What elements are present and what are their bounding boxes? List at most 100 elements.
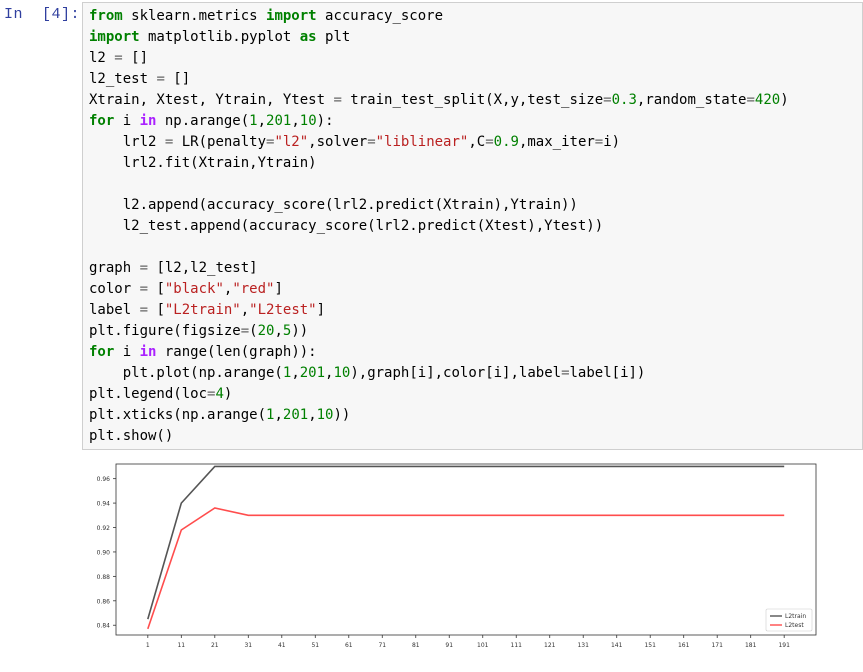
code-token: 1	[249, 113, 258, 129]
code-token: matplotlib.pyplot	[139, 29, 300, 45]
y-tick-label: 0.96	[97, 476, 111, 483]
code-token: ,	[274, 323, 283, 339]
code-token: [l2,l2_test]	[148, 260, 258, 276]
code-token: =	[594, 134, 604, 150]
x-tick-label: 11	[177, 642, 185, 649]
x-tick-label: 121	[544, 642, 556, 649]
code-token: lrl2	[89, 134, 165, 150]
code-token: plt.figure(figsize	[89, 323, 241, 339]
code-token: for	[89, 344, 115, 360]
code-token: plt.xticks(np.arange(	[89, 407, 267, 423]
code-token: 201	[266, 113, 292, 129]
x-tick-label: 41	[278, 642, 286, 649]
x-tick-label: 71	[378, 642, 386, 649]
code-token: [	[148, 302, 165, 318]
x-tick-label: 181	[745, 642, 757, 649]
code-token: l2_test.append(accuracy_score(lrl2.predi…	[89, 218, 604, 234]
code-line: import matplotlib.pyplot as plt	[89, 27, 789, 48]
code-token: "black"	[164, 281, 224, 297]
code-line: label = ["L2train","L2test"]	[89, 300, 789, 321]
code-token: 10	[299, 113, 317, 129]
code-token: in	[139, 113, 157, 129]
code-token: ),graph[i],color[i],label	[350, 365, 562, 381]
cell-output: 0.84 0.86 0.88 0.90 0.92 0.94 0.96 1 11 21 31 41 51 6…	[82, 458, 863, 668]
code-token: =	[333, 92, 342, 108]
code-token: ]	[274, 281, 283, 297]
code-editor[interactable]: from sklearn.metrics import accuracy_sco…	[89, 6, 789, 447]
code-line: lrl2.fit(Xtrain,Ytrain)	[89, 153, 789, 174]
x-tick-label: 91	[445, 642, 453, 649]
code-token: 10	[316, 407, 334, 423]
code-token: i	[114, 113, 140, 129]
code-token: 420	[754, 92, 781, 108]
x-tick-label: 51	[311, 642, 319, 649]
code-token: 201	[299, 365, 326, 381]
code-token: np.arange(	[156, 113, 250, 129]
code-token: "L2train"	[164, 302, 241, 318]
code-line: plt.figure(figsize=(20,5))	[89, 321, 789, 342]
code-cell-input[interactable]: from sklearn.metrics import accuracy_sco…	[82, 2, 863, 450]
x-tick-label: 151	[644, 642, 656, 649]
code-token: ,solver	[308, 134, 368, 150]
code-token: ,	[308, 407, 317, 423]
code-token: =	[139, 281, 149, 297]
code-token: (	[249, 323, 258, 339]
code-token: []	[122, 50, 149, 66]
y-tick-label: 0.84	[97, 623, 111, 630]
code-line: l2_test = []	[89, 69, 789, 90]
code-token: plt.show()	[89, 428, 174, 444]
code-line: for i in range(len(graph)):	[89, 342, 789, 363]
code-token: 4	[215, 386, 224, 402]
code-token: ,	[240, 302, 250, 318]
code-token: sklearn.metrics	[122, 8, 267, 24]
x-tick-label: 141	[611, 642, 623, 649]
code-line: plt.plot(np.arange(1,201,10),graph[i],co…	[89, 363, 789, 384]
code-token: ))	[291, 323, 309, 339]
code-line: l2_test.append(accuracy_score(lrl2.predi…	[89, 216, 789, 237]
code-token: lrl2.fit(Xtrain,Ytrain)	[89, 155, 317, 171]
code-token: =	[367, 134, 376, 150]
code-token: 0.3	[611, 92, 637, 108]
code-token: plt.plot(np.arange(	[89, 365, 283, 381]
code-token: 10	[333, 365, 351, 381]
code-token: as	[299, 29, 317, 45]
code-token: ,C	[468, 134, 486, 150]
x-tick-label: 161	[678, 642, 690, 649]
code-line: color = ["black","red"]	[89, 279, 789, 300]
code-token: ,	[291, 113, 300, 129]
code-token: in	[139, 344, 157, 360]
code-token: l2.append(accuracy_score(lrl2.predict(Xt…	[89, 197, 578, 213]
code-token: plt	[316, 29, 351, 45]
code-token: color	[89, 281, 140, 297]
code-token: ,random_state	[636, 92, 747, 108]
code-line: l2 = []	[89, 48, 789, 69]
cell-prompt: In [4]:	[4, 6, 81, 23]
code-token: ,	[257, 113, 267, 129]
y-tick-label: 0.92	[97, 525, 111, 532]
code-token: 0.9	[493, 134, 519, 150]
code-token: "l2"	[274, 134, 309, 150]
code-token: graph	[89, 260, 140, 276]
code-line: Xtrain, Xtest, Ytrain, Ytest = train_tes…	[89, 90, 789, 111]
y-tick-label: 0.88	[97, 574, 111, 581]
code-token: i)	[603, 134, 621, 150]
code-token: for	[89, 113, 115, 129]
code-token: []	[164, 71, 191, 87]
code-token: from	[89, 8, 123, 24]
code-token: 201	[282, 407, 309, 423]
code-token: Xtrain, Xtest, Ytrain, Ytest	[89, 92, 334, 108]
code-token: "liblinear"	[375, 134, 469, 150]
code-line: graph = [l2,l2_test]	[89, 258, 789, 279]
code-token: i	[114, 344, 140, 360]
code-token: =	[485, 134, 494, 150]
code-token: )	[780, 92, 789, 108]
x-tick-label: 1	[146, 642, 150, 649]
x-tick-label: 101	[477, 642, 489, 649]
code-token: label[i])	[569, 365, 646, 381]
code-token: range(len(graph)):	[156, 344, 317, 360]
y-tick-label: 0.90	[97, 549, 111, 556]
code-token: ]	[316, 302, 326, 318]
code-token: 20	[257, 323, 275, 339]
